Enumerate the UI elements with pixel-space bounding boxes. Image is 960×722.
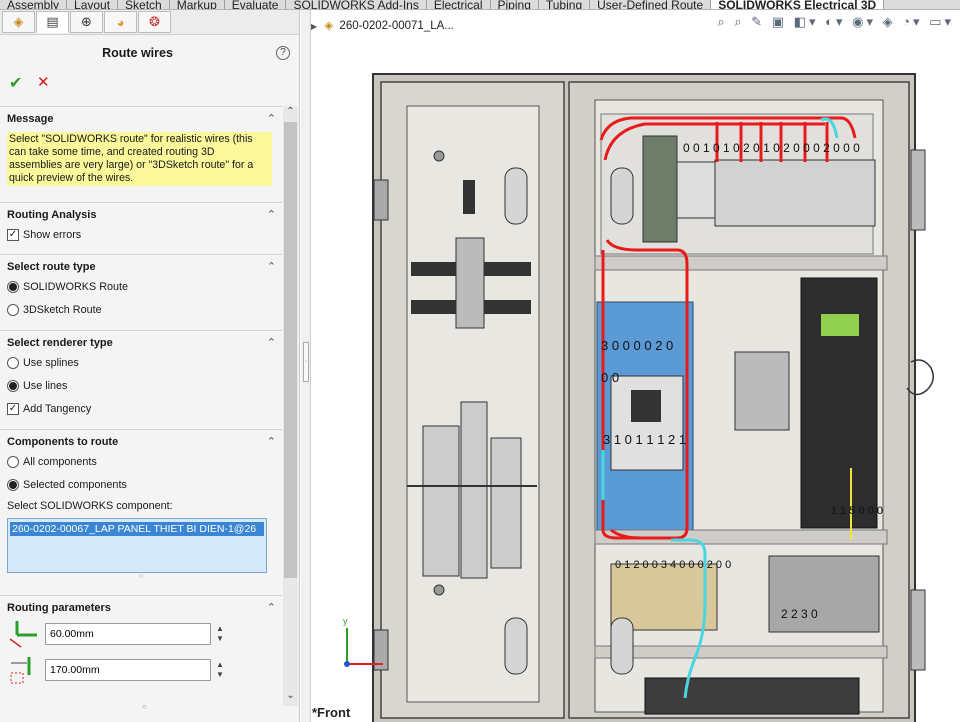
show-errors-checkbox[interactable]: ✓ Show errors	[7, 223, 275, 246]
radio-selected-icon	[7, 478, 19, 491]
component-selection-box[interactable]: 260-0202-00067_LAP PANEL THIET BI DIEN-1…	[7, 518, 267, 573]
tab-markup[interactable]: Markup	[170, 0, 225, 9]
distance-dimension-icon	[7, 655, 45, 685]
use-lines-radio[interactable]: Use lines	[7, 374, 275, 397]
use-splines-label: Use splines	[23, 356, 79, 369]
renderer-type-section: Select renderer type ⌃ Use splines Use l…	[0, 330, 282, 429]
tab-layout[interactable]: Layout	[67, 0, 119, 9]
renderer-type-header[interactable]: Select renderer type	[7, 337, 275, 351]
radio-unselected-icon	[7, 303, 19, 316]
components-section: Components to route ⌃ All components Sel…	[0, 429, 282, 595]
checkbox-checked-icon: ✓	[7, 228, 19, 241]
radio-unselected-icon	[7, 356, 19, 369]
resize-grip-icon[interactable]: ○	[7, 573, 275, 583]
parameter-row-1: ▲▼	[7, 616, 275, 652]
graphics-area[interactable]: ▶ ◈ 260-0202-00071_LA... ⌕ ⌕ ✎ ▣ ◧▾ ◐▾ ◉…	[311, 10, 960, 722]
ok-button[interactable]: ✔	[9, 73, 22, 93]
radio-unselected-icon	[7, 455, 19, 468]
use-lines-label: Use lines	[23, 379, 68, 392]
tab-electrical-3d[interactable]: SOLIDWORKS Electrical 3D	[711, 0, 885, 9]
select-component-label: Select SOLIDWORKS component:	[7, 500, 173, 512]
cancel-button[interactable]: ✕	[37, 73, 50, 91]
electrical-manager-icon[interactable]: ❂	[138, 11, 171, 33]
message-header[interactable]: Message	[7, 113, 275, 127]
checkbox-checked-icon: ✓	[7, 402, 19, 415]
selected-component-item[interactable]: 260-0202-00067_LAP PANEL THIET BI DIEN-1…	[10, 522, 264, 536]
tab-addins[interactable]: SOLIDWORKS Add-Ins	[286, 0, 427, 9]
param-1-input[interactable]	[45, 623, 211, 645]
3dsketch-route-label: 3DSketch Route	[23, 303, 102, 316]
panel-scroll-area: Message ⌃ Select "SOLIDWORKS route" for …	[0, 106, 282, 712]
manager-icon-bar: ◈ ▤ ⊕ ◕ ❂	[0, 10, 299, 35]
breaker-top-labels: 3 0 0 0 0 2 0	[601, 338, 673, 353]
tab-evaluate[interactable]: Evaluate	[225, 0, 287, 9]
collapse-icon[interactable]: ⌃	[267, 112, 276, 125]
display-manager-icon[interactable]: ◕	[104, 11, 137, 33]
panel-scrollbar[interactable]: ⌃ ⌄	[283, 106, 298, 706]
solidworks-route-radio[interactable]: SOLIDWORKS Route	[7, 275, 275, 298]
param-1-spinner[interactable]: ▲ ▼	[214, 624, 226, 644]
radio-selected-icon	[7, 379, 19, 392]
view-orientation-label: *Front	[312, 705, 351, 720]
cabinet-model-view[interactable]: 0 0 1 0 1 0 2 0 1 0 2 0 0 0 2 0 0 0 3 0 …	[311, 10, 960, 722]
feature-manager-icon[interactable]: ◈	[2, 11, 35, 33]
property-manager-panel: ◈ ▤ ⊕ ◕ ❂ Route wires ? ✔ ✕ Message ⌃ Se…	[0, 10, 300, 722]
help-icon[interactable]: ?	[276, 46, 290, 60]
radio-selected-icon	[7, 280, 19, 293]
breaker-bottom-labels: 3 1 0 1 1 1 2 1	[603, 432, 686, 447]
breaker-side-labels: 0 0	[601, 370, 619, 385]
add-tangency-label: Add Tangency	[23, 402, 92, 415]
panel-splitter[interactable]: ◦	[301, 10, 311, 722]
contactor-row	[714, 159, 876, 227]
tab-user-defined-route[interactable]: User-Defined Route	[590, 0, 712, 9]
splitter-handle-icon[interactable]: ◦	[303, 342, 309, 382]
svg-text:y: y	[343, 616, 348, 626]
collapse-icon[interactable]: ⌃	[267, 260, 276, 273]
3dsketch-route-radio[interactable]: 3DSketch Route	[7, 298, 275, 321]
param-2-input[interactable]	[45, 659, 211, 681]
tab-sketch[interactable]: Sketch	[118, 0, 170, 9]
io-terminal-labels: 0 1 2 0 0 3 4 0 0 0 2 0 0	[615, 559, 731, 571]
selected-components-radio[interactable]: Selected components	[7, 473, 275, 496]
all-components-label: All components	[23, 455, 97, 468]
scroll-down-icon[interactable]: ⌄	[283, 690, 298, 704]
routing-parameters-header[interactable]: Routing parameters	[7, 602, 275, 616]
tab-assembly[interactable]: Assembly	[0, 0, 68, 9]
show-errors-label: Show errors	[23, 228, 82, 241]
message-section: Message ⌃ Select "SOLIDWORKS route" for …	[0, 106, 282, 202]
param-2-spinner[interactable]: ▲ ▼	[214, 660, 226, 680]
route-type-section: Select route type ⌃ SOLIDWORKS Route 3DS…	[0, 254, 282, 330]
tab-piping[interactable]: Piping	[491, 0, 539, 9]
collapse-icon[interactable]: ⌃	[267, 435, 276, 448]
scroll-thumb[interactable]	[284, 122, 297, 578]
selected-components-label: Selected components	[23, 478, 127, 491]
routing-parameters-section: Routing parameters ⌃ ▲▼	[0, 595, 282, 712]
offset-dimension-icon	[7, 619, 45, 649]
bottom-grip-icon[interactable]: ○	[142, 702, 147, 711]
collapse-icon[interactable]: ⌃	[267, 336, 276, 349]
routing-analysis-header[interactable]: Routing Analysis	[7, 209, 275, 223]
routing-analysis-section: Routing Analysis ⌃ ✓ Show errors	[0, 202, 282, 254]
solidworks-route-label: SOLIDWORKS Route	[23, 280, 129, 293]
property-manager-icon[interactable]: ▤	[36, 11, 69, 33]
plc-terminal-labels: 1 1 5 0 0 0	[831, 505, 883, 517]
parameter-row-2: ▲▼	[7, 652, 275, 688]
tab-electrical[interactable]: Electrical	[427, 0, 491, 9]
configuration-manager-icon[interactable]: ⊕	[70, 11, 103, 33]
panel-title: Route wires	[102, 46, 173, 60]
route-type-header[interactable]: Select route type	[7, 261, 275, 275]
use-splines-radio[interactable]: Use splines	[7, 351, 275, 374]
message-text: Select "SOLIDWORKS route" for realistic …	[7, 132, 272, 186]
tab-tubing[interactable]: Tubing	[539, 0, 591, 9]
scroll-up-icon[interactable]: ⌃	[283, 106, 298, 120]
plc-bottom-labels: 2 2 3 0	[781, 607, 818, 621]
top-terminal-labels: 0 0 1 0 1 0 2 0 1 0 2 0 0 0 2 0 0 0	[683, 141, 860, 155]
collapse-icon[interactable]: ⌃	[267, 601, 276, 614]
add-tangency-checkbox[interactable]: ✓ Add Tangency	[7, 397, 275, 420]
all-components-radio[interactable]: All components	[7, 450, 275, 473]
ribbon-tab-strip: Assembly Layout Sketch Markup Evaluate SOLIDW…	[0, 0, 960, 10]
collapse-icon[interactable]: ⌃	[267, 208, 276, 221]
components-header[interactable]: Components to route	[7, 436, 275, 450]
